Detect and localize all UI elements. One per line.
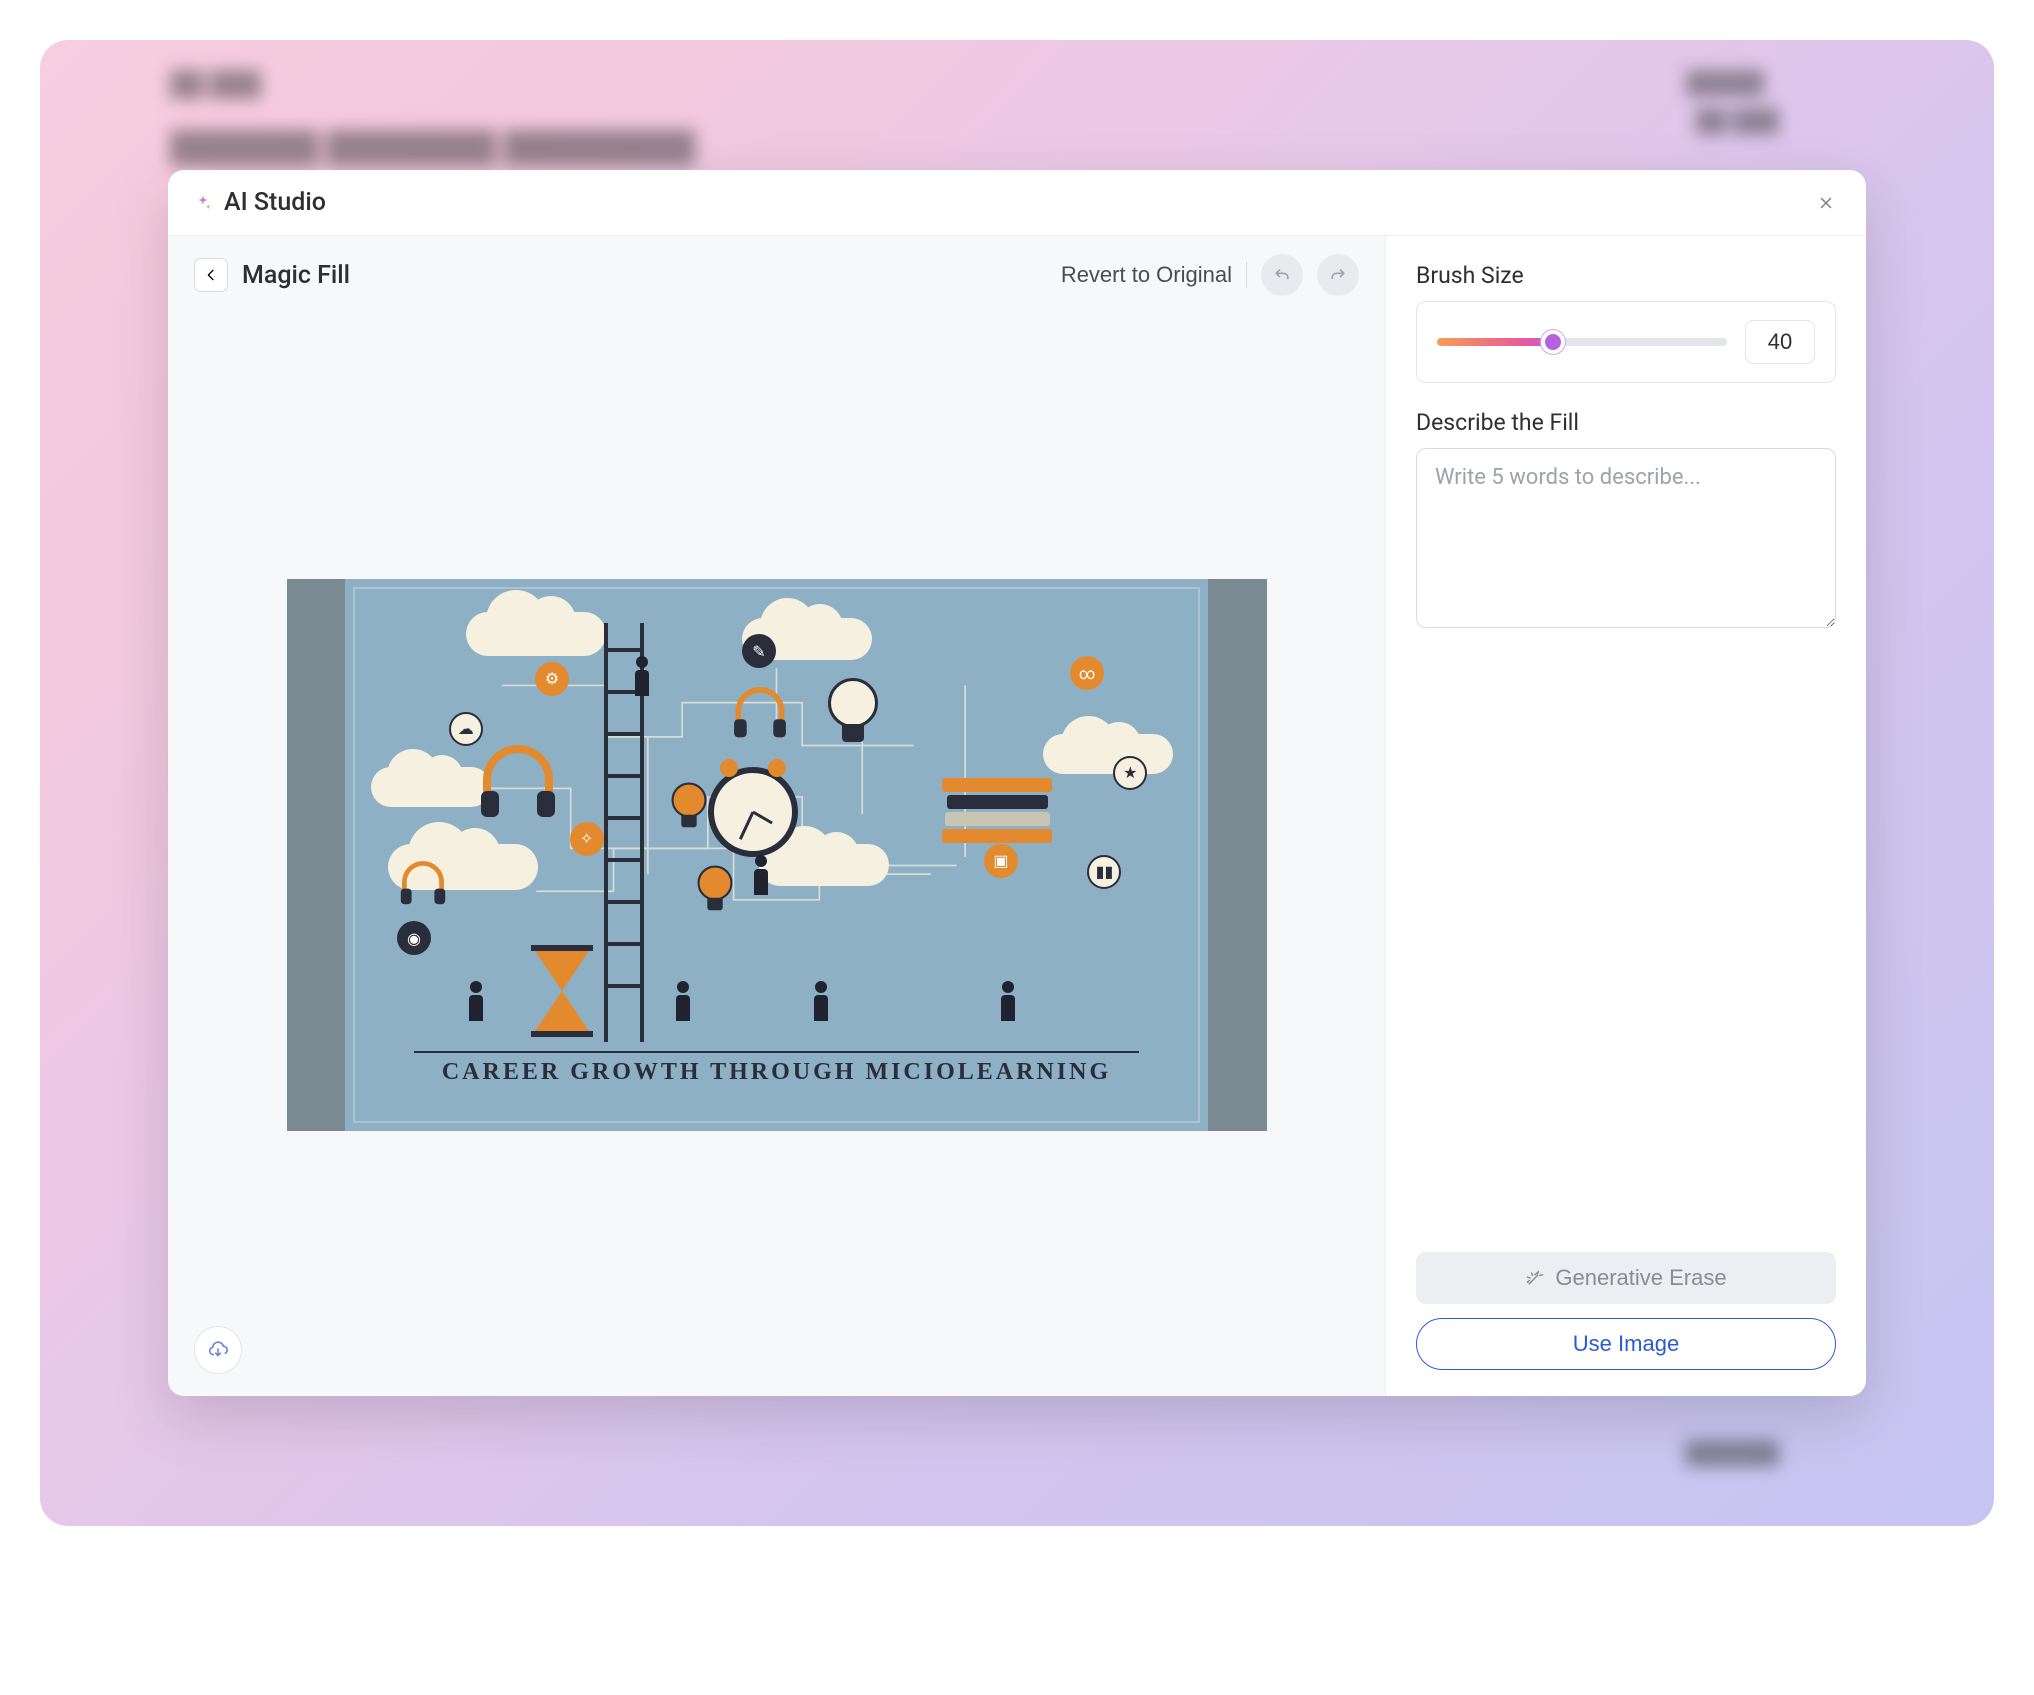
magic-wand-icon [1525, 1268, 1545, 1288]
chip-icon: ▮▮ [1087, 855, 1121, 889]
sparkle-icon [194, 194, 212, 212]
bg-blur: ██ ███ [1696, 108, 1779, 134]
chip-icon: ★ [1113, 756, 1147, 790]
books-icon [942, 778, 1052, 846]
person-icon [751, 855, 771, 905]
canvas-panel: Magic Fill Revert to Original [168, 236, 1386, 1396]
revert-button[interactable]: Revert to Original [1061, 262, 1232, 288]
person-icon [811, 981, 831, 1031]
cloud-icon [1043, 734, 1173, 774]
chip-icon: ⚙ [535, 662, 569, 696]
use-image-button[interactable]: Use Image [1416, 1318, 1836, 1370]
generative-erase-button[interactable]: Generative Erase [1416, 1252, 1836, 1304]
headphones-icon [402, 861, 444, 897]
redo-button[interactable] [1317, 254, 1359, 296]
bg-blur: ███████ ████████ █████████ [170, 130, 870, 165]
brush-size-control [1416, 301, 1836, 383]
brush-size-slider[interactable] [1437, 338, 1727, 346]
download-button[interactable] [194, 1326, 242, 1374]
close-button[interactable] [1812, 189, 1840, 217]
lightbulb-icon [672, 783, 707, 832]
bg-blur: ██████ [1685, 1440, 1779, 1466]
illustration: ⚙ ☁ ✎ ∞ ★ ▣ ▮▮ ◉ ✧ [345, 579, 1207, 1130]
canvas-area[interactable]: ⚙ ☁ ✎ ∞ ★ ▣ ▮▮ ◉ ✧ [168, 314, 1385, 1396]
lightbulb-icon [828, 678, 878, 748]
describe-fill-label: Describe the Fill [1416, 409, 1836, 436]
cloud-download-icon [207, 1339, 229, 1361]
describe-fill-input[interactable] [1416, 448, 1836, 628]
person-icon [466, 981, 486, 1031]
ai-studio-modal: AI Studio Magic Fill Revert to Original [168, 170, 1866, 1396]
brush-size-input[interactable] [1745, 320, 1815, 364]
headphones-icon [483, 745, 553, 805]
person-icon [632, 656, 652, 706]
undo-icon [1272, 265, 1292, 285]
modal-title: AI Studio [224, 188, 326, 217]
illustration-banner: CAREER GROWTH THROUGH MICIOLEARNING [414, 1051, 1138, 1086]
background-card: ██ ███ ███████ ████████ █████████ █████ … [40, 40, 1994, 1526]
bg-blur: █████ [1686, 70, 1764, 96]
tool-title: Magic Fill [242, 261, 350, 290]
canvas-image: ⚙ ☁ ✎ ∞ ★ ▣ ▮▮ ◉ ✧ [287, 579, 1267, 1130]
slider-thumb[interactable] [1541, 330, 1565, 354]
chip-icon: ✎ [742, 634, 776, 668]
brush-size-label: Brush Size [1416, 262, 1836, 289]
chip-icon: ∞ [1070, 656, 1104, 690]
controls-panel: Brush Size Describe the Fill Generative … [1386, 236, 1866, 1396]
headphones-icon [735, 687, 784, 729]
person-icon [673, 981, 693, 1031]
clock-icon [708, 767, 798, 857]
back-button[interactable] [194, 258, 228, 292]
cloud-icon [466, 612, 606, 656]
chip-icon: ✧ [570, 822, 604, 856]
divider [1246, 262, 1247, 288]
redo-icon [1328, 265, 1348, 285]
bg-blur: ██ ███ [170, 70, 261, 99]
lightbulb-icon [698, 865, 733, 914]
modal-body: Magic Fill Revert to Original [168, 236, 1866, 1396]
canvas-toolbar: Magic Fill Revert to Original [168, 236, 1385, 314]
cloud-icon [759, 844, 889, 886]
person-icon [998, 981, 1018, 1031]
undo-button[interactable] [1261, 254, 1303, 296]
modal-header: AI Studio [168, 170, 1866, 236]
cloud-icon [371, 767, 491, 807]
arrow-left-icon [203, 267, 219, 283]
close-icon [1817, 194, 1835, 212]
chip-icon: ☁ [449, 712, 483, 746]
chip-icon: ◉ [397, 921, 431, 955]
generative-erase-label: Generative Erase [1555, 1265, 1726, 1291]
chip-icon: ▣ [984, 844, 1018, 878]
hourglass-icon [535, 951, 589, 1031]
